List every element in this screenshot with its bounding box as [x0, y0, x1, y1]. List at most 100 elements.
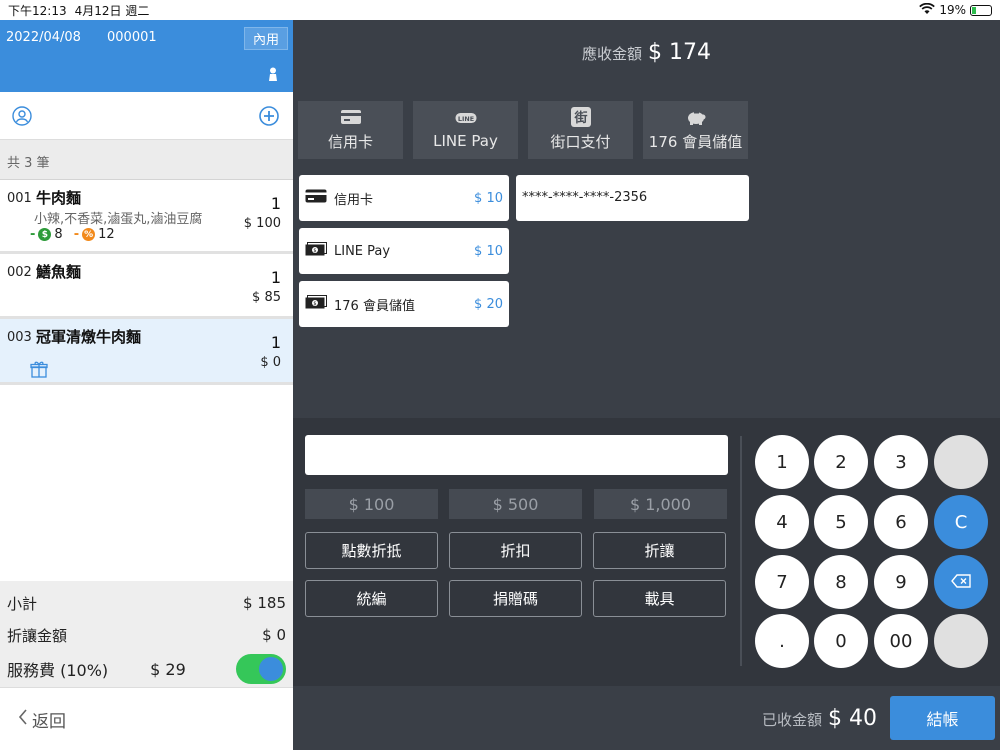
key-4[interactable]: 4 [755, 495, 809, 549]
cash-icon: $ [305, 242, 327, 260]
quick-amount-1000[interactable]: $ 1,000 [594, 489, 727, 519]
discount-label: 折讓金額 [7, 626, 68, 645]
cash-icon: $ [305, 295, 327, 313]
divider [740, 436, 742, 666]
item-qty: 1 [270, 194, 281, 213]
method-label: 176 會員儲值 [648, 132, 743, 151]
order-header: 2022/04/08 000001 內用 [0, 20, 293, 92]
payment-list: 信用卡 $ 10 $ LINE Pay $ 10 $ 176 會員儲值 $ 20 [299, 175, 509, 334]
item-price: $ 100 [243, 216, 281, 231]
key-clear[interactable]: C [934, 495, 988, 549]
method-jko-pay[interactable]: 街 街口支付 [528, 101, 633, 159]
order-item-selected[interactable]: 003 冠軍清燉牛肉麵 1 $ 0 [0, 319, 293, 385]
method-line-pay[interactable]: LINE LINE Pay [413, 101, 518, 159]
method-member-stored-value[interactable]: 176 會員儲值 [643, 101, 748, 159]
payment-row[interactable]: $ LINE Pay $ 10 [299, 228, 509, 274]
item-modifiers: 小辣,不香菜,滷蛋丸,滷油豆腐 [34, 212, 203, 227]
method-label: LINE Pay [433, 132, 498, 150]
order-summary: 小計 $ 185 折讓金額 $ 0 服務費 (10%) $ 29 返回 [0, 581, 293, 750]
method-label: 街口支付 [550, 132, 611, 151]
line-icon: LINE [454, 110, 477, 126]
battery-percent: 19% [939, 3, 966, 17]
amount-input[interactable] [305, 435, 728, 475]
service-fee-toggle[interactable] [236, 654, 286, 684]
item-qty: 1 [270, 333, 281, 352]
key-7[interactable]: 7 [755, 555, 809, 609]
payment-row[interactable]: 信用卡 $ 10 [299, 175, 509, 221]
order-item[interactable]: 002 鱔魚麵 1 $ 85 [0, 254, 293, 319]
svg-text:LINE: LINE [457, 115, 473, 123]
points-coin-icon: $ [38, 228, 52, 241]
payment-name: 176 會員儲值 [334, 298, 415, 314]
payment-panel: 應收金額 $ 174 信用卡 LINE LINE Pay 街 街口支付 176 會… [293, 20, 1000, 750]
method-label: 信用卡 [327, 132, 373, 151]
wifi-icon [919, 2, 936, 18]
person-icon[interactable] [268, 66, 278, 85]
item-price: $ 0 [260, 355, 281, 370]
item-number: 003 [7, 330, 32, 345]
checkout-button[interactable]: 結帳 [890, 696, 995, 740]
chevron-left-icon [18, 708, 28, 730]
method-credit-card[interactable]: 信用卡 [298, 101, 403, 159]
payment-methods: 信用卡 LINE LINE Pay 街 街口支付 176 會員儲值 [298, 101, 748, 159]
back-label: 返回 [32, 711, 66, 732]
item-name: 牛肉麵 [36, 189, 82, 207]
item-number: 001 [7, 191, 32, 206]
key-dot[interactable]: . [755, 614, 809, 668]
key-blank [934, 435, 988, 489]
key-9[interactable]: 9 [874, 555, 928, 609]
order-panel: 2022/04/08 000001 內用 共 3 筆 001 牛肉麵 小辣,不香… [0, 20, 293, 750]
status-bar: 下午12:13 4月12日 週二 19% [0, 0, 1000, 20]
quick-amount-100[interactable]: $ 100 [305, 489, 438, 519]
points-redeem-button[interactable]: 點數折抵 [305, 532, 438, 569]
payment-amount: $ 10 [474, 243, 503, 259]
carrier-button[interactable]: 載具 [593, 580, 726, 617]
quick-amount-500[interactable]: $ 500 [449, 489, 582, 519]
amount-due-value: $ 174 [648, 40, 711, 65]
item-name: 冠軍清燉牛肉麵 [36, 328, 142, 346]
key-1[interactable]: 1 [755, 435, 809, 489]
bottom-bar: 已收金額 $ 40 結帳 [293, 686, 1000, 750]
credit-card-icon [340, 109, 362, 125]
discount-button[interactable]: 折扣 [449, 532, 582, 569]
payment-amount: $ 20 [474, 296, 503, 312]
service-fee-value: $ 29 [150, 659, 186, 679]
gift-icon [30, 360, 48, 382]
key-6[interactable]: 6 [874, 495, 928, 549]
status-time: 下午12:13 [8, 3, 67, 18]
key-backspace[interactable] [934, 555, 988, 609]
back-button[interactable]: 返回 [0, 687, 293, 750]
key-0[interactable]: 0 [814, 614, 868, 668]
customer-row [0, 92, 293, 140]
member-icon[interactable] [12, 106, 32, 130]
item-benefits: - $ 8 -% 12 [30, 227, 115, 242]
key-00[interactable]: 00 [874, 614, 928, 668]
key-blank [934, 614, 988, 668]
order-item[interactable]: 001 牛肉麵 小辣,不香菜,滷蛋丸,滷油豆腐 1 $ 100 - $ 8 -% … [0, 180, 293, 254]
amount-due: 應收金額 $ 174 [293, 40, 1000, 65]
donation-code-button[interactable]: 捐贈碼 [449, 580, 582, 617]
tax-id-button[interactable]: 統編 [305, 580, 438, 617]
item-number: 002 [7, 265, 32, 280]
svg-text:$: $ [313, 248, 316, 254]
amount-received-value: $ 40 [828, 706, 877, 731]
item-points: 8 [54, 227, 63, 242]
item-name: 鱔魚麵 [36, 263, 82, 281]
backspace-icon [951, 572, 971, 593]
jko-icon: 街 [570, 106, 592, 127]
service-fee-label: 服務費 (10%) [7, 661, 109, 680]
subtotal-value: $ 185 [243, 594, 286, 612]
input-area: $ 100 $ 500 $ 1,000 點數折抵 折扣 折讓 統編 捐贈碼 載具… [293, 418, 1000, 686]
item-qty: 1 [270, 268, 281, 287]
payment-row[interactable]: $ 176 會員儲值 $ 20 [299, 281, 509, 327]
dine-type-badge[interactable]: 內用 [243, 27, 288, 50]
key-8[interactable]: 8 [814, 555, 868, 609]
key-5[interactable]: 5 [814, 495, 868, 549]
allowance-button[interactable]: 折讓 [593, 532, 726, 569]
card-number-field[interactable]: ****-****-****-2356 [516, 175, 749, 221]
key-3[interactable]: 3 [874, 435, 928, 489]
item-discount: 12 [98, 227, 115, 242]
key-2[interactable]: 2 [814, 435, 868, 489]
svg-text:$: $ [313, 301, 316, 307]
add-member-icon[interactable] [259, 106, 279, 130]
